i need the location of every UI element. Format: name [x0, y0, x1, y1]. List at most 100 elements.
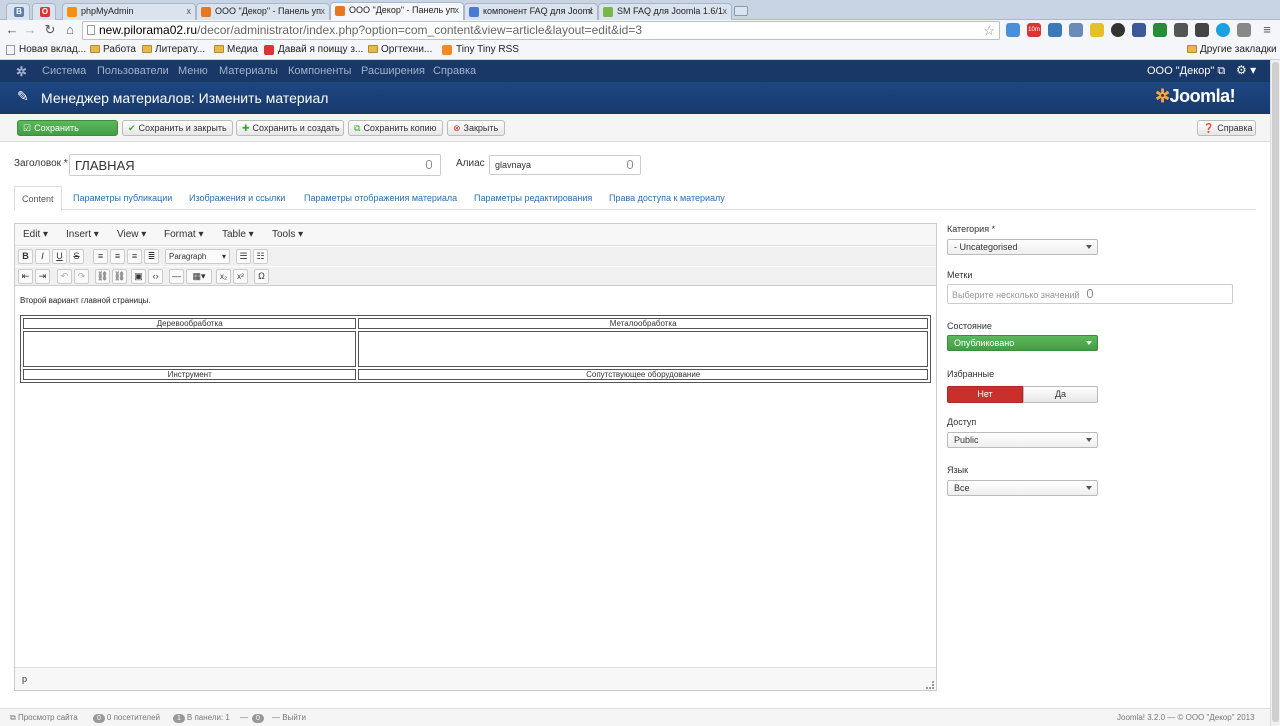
close-icon[interactable]: x	[187, 4, 192, 19]
editor-menu-insert[interactable]: Insert ▾	[66, 229, 99, 240]
extension-icon[interactable]	[1111, 23, 1125, 37]
logout-link[interactable]: — Выйти	[272, 713, 306, 722]
save-copy-button[interactable]: ⧉ Сохранить копию	[348, 120, 443, 136]
tab-display-options[interactable]: Параметры отображения материала	[304, 193, 457, 203]
save-button[interactable]: ☑ Сохранить	[17, 120, 118, 136]
bookmark-folder[interactable]: Литерату...	[142, 44, 205, 55]
menu-help[interactable]: Справка	[433, 65, 476, 77]
alias-input[interactable]: glavnaya	[489, 155, 641, 175]
extension-icon[interactable]	[1237, 23, 1251, 37]
back-icon[interactable]: ←	[4, 22, 20, 37]
strikethrough-icon[interactable]: S	[69, 249, 84, 264]
category-select[interactable]: - Uncategorised	[947, 239, 1098, 255]
home-icon[interactable]: ⌂	[62, 22, 78, 37]
url-input[interactable]: new.pilorama02.ru/decor/administrator/in…	[82, 21, 1000, 40]
save-new-button[interactable]: ✚ Сохранить и создать	[236, 120, 344, 136]
horizontal-rule-icon[interactable]: —	[169, 269, 184, 284]
link-icon[interactable]: ⛓	[95, 269, 110, 284]
table-cell[interactable]: Металообработка	[358, 318, 928, 329]
menu-content[interactable]: Материалы	[219, 65, 278, 77]
table-cell[interactable]: Сопутствующее оборудование	[358, 369, 928, 380]
joomla-icon[interactable]: ✲	[16, 64, 27, 80]
bookmark-folder[interactable]: Медиа	[214, 44, 258, 55]
redo-icon[interactable]: ↷	[74, 269, 89, 284]
browser-tab-active[interactable]: ООО "Декор" - Панель уп x	[330, 2, 464, 20]
align-left-icon[interactable]: ≡	[93, 249, 108, 264]
bookmark-item[interactable]: Новая вклад...	[6, 44, 86, 55]
tab-editor-options[interactable]: Параметры редактирования	[474, 193, 592, 203]
italic-icon[interactable]: I	[35, 249, 50, 264]
menu-components[interactable]: Компоненты	[288, 65, 351, 77]
extension-icon[interactable]	[1153, 23, 1167, 37]
editor-menu-table[interactable]: Table ▾	[222, 229, 254, 240]
help-button[interactable]: ❓ Справка	[1197, 120, 1256, 136]
scrollbar-thumb[interactable]	[1272, 62, 1279, 722]
extension-icon[interactable]	[1069, 23, 1083, 37]
editor-menu-view[interactable]: View ▾	[117, 229, 146, 240]
other-bookmarks[interactable]: Другие закладки	[1187, 44, 1277, 55]
menu-menus[interactable]: Меню	[178, 65, 208, 77]
tags-input[interactable]: Выберите несколько значений	[947, 284, 1233, 304]
subscript-icon[interactable]: x₂	[216, 269, 231, 284]
microphone-icon[interactable]	[1087, 289, 1093, 298]
element-path[interactable]: p	[22, 674, 27, 684]
align-center-icon[interactable]: ≡	[110, 249, 125, 264]
unlink-icon[interactable]: ⛓	[112, 269, 127, 284]
pinned-tab-vk[interactable]: B	[6, 3, 30, 20]
gear-icon[interactable]: ⚙ ▾	[1236, 63, 1256, 77]
close-button[interactable]: ⊗ Закрыть	[447, 120, 505, 136]
language-select[interactable]: Все	[947, 480, 1098, 496]
access-select[interactable]: Public	[947, 432, 1098, 448]
underline-icon[interactable]: U	[52, 249, 67, 264]
bold-icon[interactable]: B	[18, 249, 33, 264]
microphone-icon[interactable]	[627, 160, 633, 169]
image-icon[interactable]: ▣	[131, 269, 146, 284]
extension-icon[interactable]	[1132, 23, 1146, 37]
translate-icon[interactable]	[1006, 23, 1020, 37]
indent-icon[interactable]: ⇥	[35, 269, 50, 284]
bullet-list-icon[interactable]: ☰	[236, 249, 251, 264]
close-icon[interactable]: x	[589, 4, 594, 19]
featured-no-button[interactable]: Нет	[947, 386, 1023, 403]
title-input[interactable]: ГЛАВНАЯ	[69, 154, 441, 176]
forward-icon[interactable]: →	[22, 22, 38, 37]
format-select[interactable]: Paragraph ▾	[165, 249, 230, 264]
superscript-icon[interactable]: x²	[233, 269, 248, 284]
code-icon[interactable]: ‹›	[148, 269, 163, 284]
editor-menu-edit[interactable]: Edit ▾	[23, 229, 48, 240]
browser-tab[interactable]: компонент FAQ для Jooml x	[464, 3, 598, 20]
numbered-list-icon[interactable]: ☷	[253, 249, 268, 264]
reload-icon[interactable]: ↻	[42, 22, 58, 38]
bookmark-item[interactable]: Tiny Tiny RSS	[442, 44, 519, 55]
tab-content[interactable]: Content	[14, 186, 62, 211]
featured-yes-button[interactable]: Да	[1023, 386, 1098, 403]
browser-tab[interactable]: ООО "Декор" - Панель уп x	[196, 3, 330, 20]
editor-menu-format[interactable]: Format ▾	[164, 229, 203, 240]
microphone-icon[interactable]	[426, 160, 432, 169]
menu-extensions[interactable]: Расширения	[361, 65, 425, 77]
align-right-icon[interactable]: ≡	[127, 249, 142, 264]
align-justify-icon[interactable]: ≣	[144, 249, 159, 264]
extension-icon[interactable]	[1090, 23, 1104, 37]
browser-tab[interactable]: phpMyAdmin x	[62, 3, 196, 20]
bookmark-item[interactable]: Давай я поищу з...	[264, 44, 363, 55]
table-cell[interactable]	[358, 331, 928, 367]
new-tab-button[interactable]	[734, 6, 748, 16]
menu-system[interactable]: Система	[42, 65, 86, 77]
site-link[interactable]: ООО "Декор" ⧉	[1147, 65, 1225, 78]
messages-count[interactable]: 0	[252, 713, 266, 723]
timer-icon[interactable]: 10m	[1027, 23, 1041, 37]
save-close-button[interactable]: ✔ Сохранить и закрыть	[122, 120, 233, 136]
undo-icon[interactable]: ↶	[57, 269, 72, 284]
special-char-icon[interactable]: Ω	[254, 269, 269, 284]
close-icon[interactable]: x	[723, 4, 728, 19]
editor-menu-tools[interactable]: Tools ▾	[272, 229, 303, 240]
extension-icon[interactable]	[1174, 23, 1188, 37]
bookmark-folder[interactable]: Оргтехни...	[368, 44, 432, 55]
view-site-link[interactable]: ⧉ Просмотр сайта	[10, 713, 78, 723]
bookmark-folder[interactable]: Работа	[90, 44, 136, 55]
resize-handle-icon[interactable]	[926, 681, 934, 689]
pinned-tab-opera[interactable]: O	[32, 3, 56, 20]
page-scrollbar[interactable]	[1270, 60, 1280, 726]
tab-permissions[interactable]: Права доступа к материалу	[609, 193, 725, 203]
